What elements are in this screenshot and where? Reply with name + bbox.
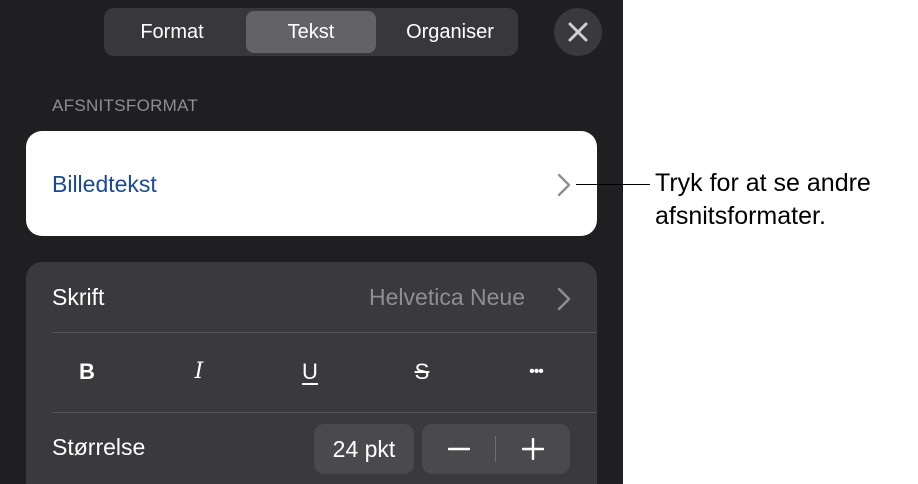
chevron-right-icon xyxy=(557,287,571,311)
minus-icon xyxy=(448,447,470,451)
tab-tekst[interactable]: Tekst xyxy=(246,11,376,53)
plus-icon xyxy=(522,438,544,460)
bold-button[interactable]: B xyxy=(67,352,107,392)
close-icon xyxy=(568,22,588,42)
chevron-right-icon xyxy=(557,173,571,197)
font-size-stepper xyxy=(422,424,570,474)
format-panel: Format Tekst Organiser AFSNITSFORMAT Bil… xyxy=(0,0,623,484)
tab-organiser[interactable]: Organiser xyxy=(382,11,518,53)
divider xyxy=(52,332,597,333)
font-value: Helvetica Neue xyxy=(369,284,525,310)
font-size-field[interactable]: 24 pkt xyxy=(314,424,414,474)
callout-text: Tryk for at se andre afsnitsformater. xyxy=(655,167,915,233)
underline-button[interactable]: U xyxy=(290,352,330,392)
font-row[interactable]: Skrift Helvetica Neue xyxy=(26,262,597,332)
size-label: Størrelse xyxy=(52,434,146,460)
close-button[interactable] xyxy=(554,8,602,56)
callout-text-line2: afsnitsformater. xyxy=(655,202,826,230)
italic-button[interactable]: I xyxy=(179,352,219,392)
font-label: Skrift xyxy=(52,284,105,310)
text-settings-group: Skrift Helvetica Neue B I U S ••• Større… xyxy=(26,262,597,484)
more-options-button[interactable]: ••• xyxy=(516,352,556,392)
increase-size-button[interactable] xyxy=(496,424,570,474)
callout-line xyxy=(576,184,650,185)
decrease-size-button[interactable] xyxy=(422,424,496,474)
paragraph-style-name: Billedtekst xyxy=(52,171,157,197)
section-label: AFSNITSFORMAT xyxy=(52,96,199,115)
format-tabs: Format Tekst Organiser xyxy=(104,8,518,56)
callout-text-line1: Tryk for at se andre xyxy=(655,169,871,197)
strikethrough-button[interactable]: S xyxy=(402,352,442,392)
tab-format[interactable]: Format xyxy=(104,11,240,53)
paragraph-style-button[interactable]: Billedtekst xyxy=(26,131,597,236)
divider xyxy=(52,412,597,413)
